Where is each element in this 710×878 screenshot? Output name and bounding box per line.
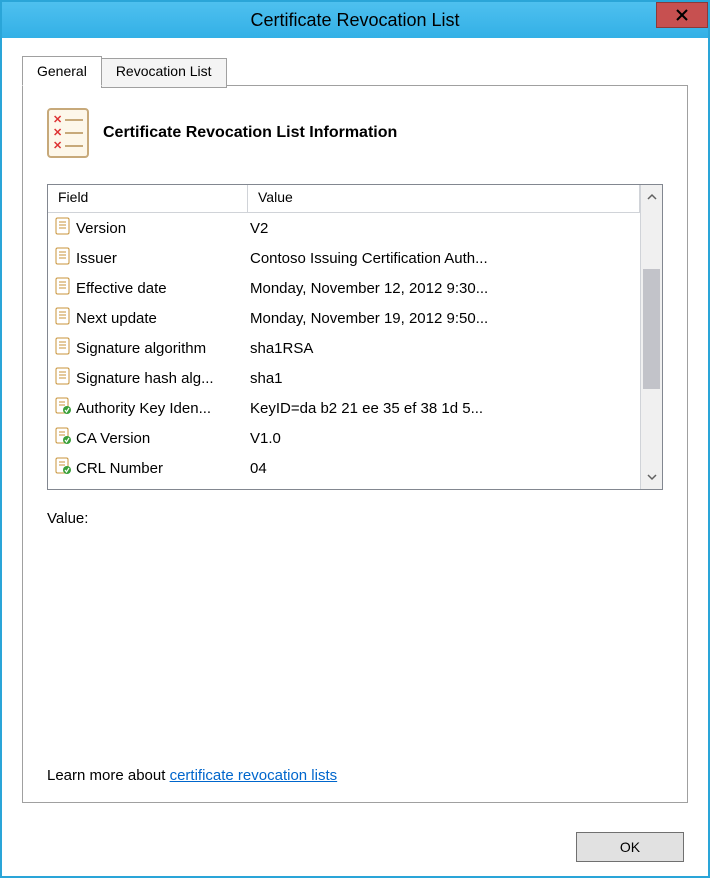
learn-more: Learn more about certificate revocation …	[47, 767, 337, 784]
chevron-down-icon	[647, 473, 657, 481]
scroll-up-button[interactable]	[641, 185, 662, 209]
ok-button[interactable]: OK	[576, 832, 684, 862]
field-name: Effective date	[76, 280, 167, 297]
field-value: V2	[248, 220, 640, 237]
extension-icon	[54, 427, 72, 449]
table-row[interactable]: Version V2	[48, 213, 640, 243]
field-cell: Authority Key Iden...	[48, 397, 248, 419]
scroll-thumb[interactable]	[643, 269, 660, 389]
tab-general[interactable]: General	[22, 56, 102, 86]
column-header-field[interactable]: Field	[48, 185, 248, 213]
field-cell: CA Version	[48, 427, 248, 449]
chevron-up-icon	[647, 193, 657, 201]
window-title: Certificate Revocation List	[250, 10, 459, 31]
extension-icon	[54, 397, 72, 419]
field-value: Monday, November 19, 2012 9:50...	[248, 310, 640, 327]
field-name: Version	[76, 220, 126, 237]
field-name: CRL Number	[76, 460, 163, 477]
field-cell: Signature hash alg...	[48, 367, 248, 389]
table-row[interactable]: CA Version V1.0	[48, 423, 640, 453]
table-row[interactable]: CRL Number 04	[48, 453, 640, 483]
field-value: 04	[248, 460, 640, 477]
field-value: Contoso Issuing Certification Auth...	[248, 250, 640, 267]
table-row[interactable]: Next update Monday, November 19, 2012 9:5…	[48, 303, 640, 333]
listview-header: Field Value	[48, 185, 640, 213]
button-row: OK	[576, 832, 684, 862]
client-area: General Revocation List ✕ ✕ ✕ Certificat…	[2, 38, 708, 876]
field-cell: Next update	[48, 307, 248, 329]
property-icon	[54, 367, 72, 389]
close-button[interactable]	[656, 2, 708, 28]
listview-body: Version V2 Issuer Contoso Issuing Certifica…	[48, 213, 640, 489]
close-icon	[675, 8, 689, 22]
field-value: Monday, November 12, 2012 9:30...	[248, 280, 640, 297]
property-icon	[54, 217, 72, 239]
table-row[interactable]: Authority Key Iden... KeyID=da b2 21 ee 3…	[48, 393, 640, 423]
scroll-track[interactable]	[641, 209, 662, 465]
scroll-down-button[interactable]	[641, 465, 662, 489]
property-icon	[54, 307, 72, 329]
dialog-window: Certificate Revocation List General Revo…	[0, 0, 710, 878]
field-value: sha1	[248, 370, 640, 387]
column-header-value[interactable]: Value	[248, 185, 640, 213]
field-value: V1.0	[248, 430, 640, 447]
field-name: Issuer	[76, 250, 117, 267]
fields-listview[interactable]: Field Value Version V2 Issuer Contoso Issui…	[47, 184, 663, 490]
field-name: CA Version	[76, 430, 150, 447]
field-cell: Signature algorithm	[48, 337, 248, 359]
titlebar: Certificate Revocation List	[2, 2, 708, 38]
field-name: Authority Key Iden...	[76, 400, 211, 417]
value-label: Value:	[47, 510, 663, 527]
extension-icon	[54, 457, 72, 479]
vertical-scrollbar[interactable]	[640, 185, 662, 489]
field-cell: Version	[48, 217, 248, 239]
table-row[interactable]: Signature hash alg... sha1	[48, 363, 640, 393]
property-icon	[54, 247, 72, 269]
field-name: Next update	[76, 310, 157, 327]
tab-strip: General Revocation List	[22, 56, 688, 86]
property-icon	[54, 277, 72, 299]
info-title: Certificate Revocation List Information	[103, 124, 397, 142]
field-value: sha1RSA	[248, 340, 640, 357]
tab-revocation-list[interactable]: Revocation List	[101, 58, 227, 88]
property-icon	[54, 337, 72, 359]
table-row[interactable]: Issuer Contoso Issuing Certification Auth…	[48, 243, 640, 273]
field-cell: Issuer	[48, 247, 248, 269]
learn-more-link[interactable]: certificate revocation lists	[170, 767, 338, 784]
field-cell: Effective date	[48, 277, 248, 299]
field-name: Signature hash alg...	[76, 370, 214, 387]
field-value: KeyID=da b2 21 ee 35 ef 38 1d 5...	[248, 400, 640, 417]
info-header: ✕ ✕ ✕ Certificate Revocation List Inform…	[47, 108, 663, 158]
table-row[interactable]: Signature algorithm sha1RSA	[48, 333, 640, 363]
general-panel: ✕ ✕ ✕ Certificate Revocation List Inform…	[22, 85, 688, 803]
learn-more-prefix: Learn more about	[47, 767, 170, 784]
table-row[interactable]: Effective date Monday, November 12, 2012 …	[48, 273, 640, 303]
field-cell: CRL Number	[48, 457, 248, 479]
crl-icon: ✕ ✕ ✕	[47, 108, 89, 158]
field-name: Signature algorithm	[76, 340, 206, 357]
